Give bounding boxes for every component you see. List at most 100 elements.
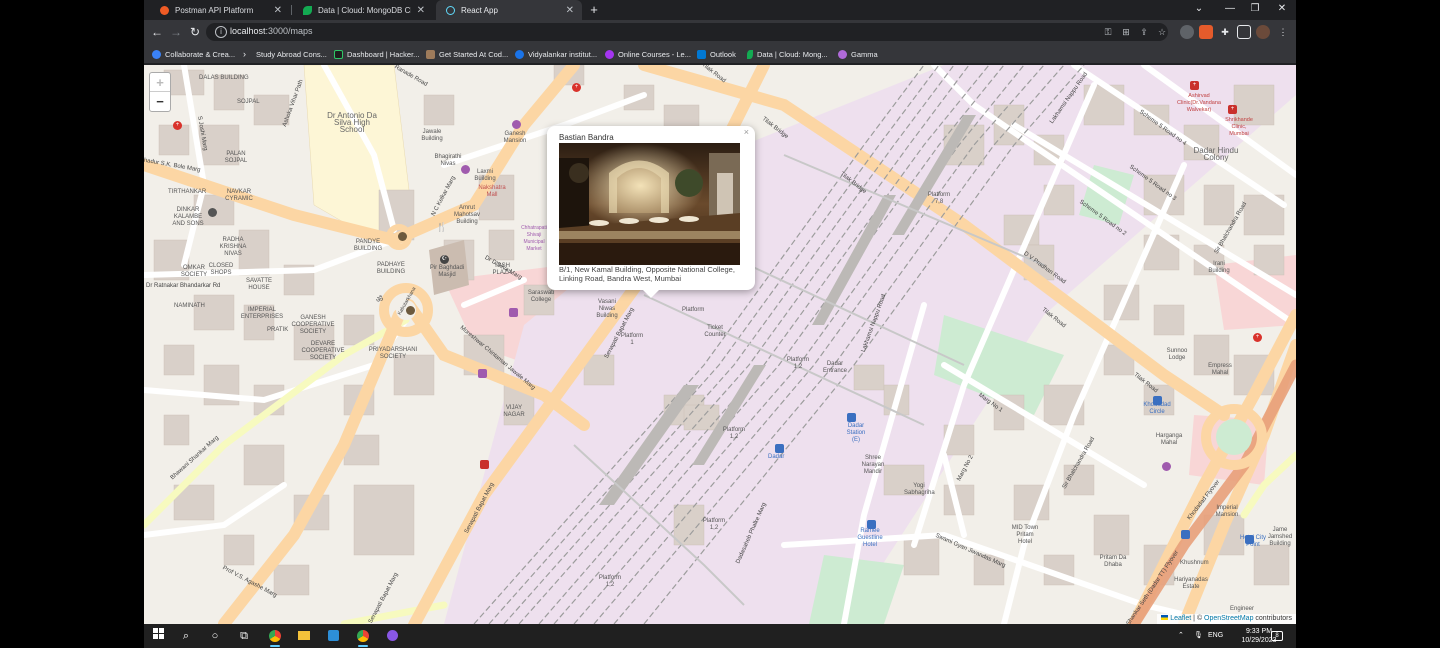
tab-strip: Postman API Platform ✕ Data | Cloud: Mon… xyxy=(144,0,1296,20)
windows-start-icon[interactable] xyxy=(149,627,167,645)
canva-icon xyxy=(152,49,161,59)
language-indicator[interactable]: ENG xyxy=(1208,624,1223,648)
map-label: PRATIK xyxy=(267,327,289,333)
map-label: Dadar Entrance xyxy=(822,361,847,374)
map-label: Amrut Mahotsav Building xyxy=(453,205,480,225)
map-label: OMKAR SOCIETY xyxy=(180,265,208,278)
leaflet-link[interactable]: Leaflet xyxy=(1170,615,1191,622)
chrome-icon[interactable] xyxy=(266,627,284,647)
bookmark-outlook[interactable]: Outlook xyxy=(697,47,736,61)
tab-close-icon[interactable]: ✕ xyxy=(417,5,425,16)
profile-avatar[interactable] xyxy=(1256,25,1270,39)
url-text[interactable]: localhost:3000/maps xyxy=(230,26,313,36)
map-label: Ashirvad Clinic(Dr.Vandana Walvekar) xyxy=(1177,93,1221,113)
map-label: DINKAR KALAMBE AND SONS xyxy=(172,207,204,227)
map-label: IMPERIAL ENTERPRISES xyxy=(240,307,284,320)
temple-om-icon[interactable]: ॐ xyxy=(375,295,384,304)
bus-stop-icon[interactable] xyxy=(1181,530,1190,539)
map-label: SAVATTE HOUSE xyxy=(245,278,272,291)
side-panel-icon[interactable] xyxy=(1237,25,1251,39)
address-bar[interactable]: i localhost:3000/maps ⚿ ⊞ ⇪ ☆ xyxy=(206,23,1168,41)
zoom-in-button[interactable]: + xyxy=(150,73,170,92)
bookmark-gamma[interactable]: Gamma xyxy=(838,47,878,61)
bookmark-vidyalankar[interactable]: Vidyalankar institut... xyxy=(515,47,597,61)
theatre-icon[interactable] xyxy=(1162,462,1171,471)
bookmark-udemy[interactable]: Online Courses - Le... xyxy=(605,47,691,61)
install-app-icon[interactable]: ⊞ xyxy=(1120,26,1132,38)
extension-fox-icon[interactable] xyxy=(1199,25,1213,39)
chrome-profile-icon[interactable] xyxy=(354,627,372,647)
udemy-icon xyxy=(605,49,614,59)
back-arrow-icon[interactable]: ← xyxy=(149,24,165,40)
vidyalankar-icon xyxy=(515,49,524,59)
bookmark-label: Get Started At Cod... xyxy=(439,49,509,59)
chevron-icon: › xyxy=(243,48,246,59)
restaurant-photo xyxy=(559,143,740,265)
zoom-out-button[interactable]: − xyxy=(150,92,170,111)
hospital-icon[interactable]: + xyxy=(572,83,581,92)
reload-icon[interactable]: ↻ xyxy=(187,24,203,40)
hospital-icon[interactable]: + xyxy=(173,121,182,130)
cortana-icon[interactable]: ○ xyxy=(206,627,224,645)
parking-icon[interactable] xyxy=(208,208,217,217)
close-window-button[interactable]: ✕ xyxy=(1270,0,1294,18)
railway-entrance-icon[interactable] xyxy=(775,444,784,453)
tray-chevron-icon[interactable]: ⌃ xyxy=(1178,624,1184,648)
map-label: Khushnum xyxy=(1180,560,1209,566)
extensions-puzzle-icon[interactable]: ✚ xyxy=(1218,25,1232,39)
tab-close-icon[interactable]: ✕ xyxy=(274,5,282,16)
doctor-icon[interactable]: + xyxy=(1190,81,1199,90)
restore-button[interactable]: ❐ xyxy=(1243,0,1267,18)
site-info-icon[interactable]: i xyxy=(215,26,227,38)
bookmark-study-abroad[interactable]: › Study Abroad Cons... xyxy=(243,47,327,61)
osm-link[interactable]: OpenStreetMap xyxy=(1204,615,1253,622)
tab-react-app[interactable]: React App ✕ xyxy=(436,0,582,20)
bookmark-codechef[interactable]: Get Started At Cod... xyxy=(426,47,508,61)
notification-icon[interactable]: 8 xyxy=(1271,624,1283,648)
theatre-icon[interactable] xyxy=(512,120,521,129)
microphone-icon[interactable]: 🎙 xyxy=(1194,624,1203,648)
file-explorer-icon[interactable] xyxy=(295,627,313,645)
fire-station-icon[interactable] xyxy=(480,460,489,469)
key-icon[interactable]: ⚿ xyxy=(1102,26,1114,38)
react-icon xyxy=(446,5,455,15)
map-label: PADHAYE BUILDING xyxy=(376,262,406,275)
bookmark-canva[interactable]: Collaborate & Crea... xyxy=(152,47,235,61)
hospital-icon[interactable]: + xyxy=(1253,333,1262,342)
forward-arrow-icon[interactable]: → xyxy=(168,24,184,40)
minimize-button[interactable]: — xyxy=(1218,0,1242,18)
new-tab-button[interactable]: + xyxy=(587,0,601,20)
map-label: Dadar xyxy=(768,454,785,460)
map-label: Nakshatra Mall xyxy=(478,185,506,198)
vscode-icon[interactable] xyxy=(324,627,342,645)
bookmark-mongodb[interactable]: Data | Cloud: Mong... xyxy=(747,47,828,61)
map-label: Engineer xyxy=(1230,606,1255,612)
map-label: DEVARE COOPERATIVE SOCIETY xyxy=(301,341,345,361)
map-label: Khodadad Circle xyxy=(1143,402,1171,415)
tab-postman[interactable]: Postman API Platform ✕ xyxy=(150,0,290,20)
search-icon[interactable]: ⌕ xyxy=(177,627,195,645)
tab-mongodb[interactable]: Data | Cloud: MongoDB Cloud ✕ xyxy=(293,0,433,20)
doctor-icon[interactable]: + xyxy=(1228,105,1237,114)
shield-extension-icon[interactable] xyxy=(1180,25,1194,39)
menu-dots-icon[interactable]: ⋮ xyxy=(1276,25,1290,39)
map-label: RADHA KRISHNA NIVAS xyxy=(219,237,247,257)
railway-station-icon[interactable] xyxy=(847,413,856,422)
tab-close-icon[interactable]: ✕ xyxy=(566,5,574,16)
leaflet-map[interactable]: + + + + + ☪ ॐ 🍴 DALAS BUILDING SOJPAL Dr… xyxy=(144,65,1296,624)
mosque-icon[interactable]: ☪ xyxy=(440,255,449,264)
bookmark-hackerrank[interactable]: Dashboard | Hacker... xyxy=(334,47,419,61)
github-desktop-icon[interactable] xyxy=(383,627,401,645)
marketplace-icon[interactable] xyxy=(509,308,518,317)
restaurant-icon[interactable]: 🍴 xyxy=(436,223,447,232)
bookmark-star-icon[interactable]: ☆ xyxy=(1156,26,1168,38)
monument-icon[interactable] xyxy=(398,232,407,241)
share-icon[interactable]: ⇪ xyxy=(1138,26,1150,38)
marketplace-icon[interactable] xyxy=(478,369,487,378)
road-label: Dr Ratnakar Bhandarkar Rd xyxy=(146,283,221,289)
map-label: Hariyanadas Estate xyxy=(1174,577,1208,590)
task-view-icon[interactable]: ⧉ xyxy=(235,627,253,645)
map-label: Shrikhande Clinic, Mumbai xyxy=(1225,117,1253,137)
tab-search-chevron-icon[interactable]: ⌄ xyxy=(1187,0,1211,18)
popup-close-button[interactable]: × xyxy=(744,127,749,137)
